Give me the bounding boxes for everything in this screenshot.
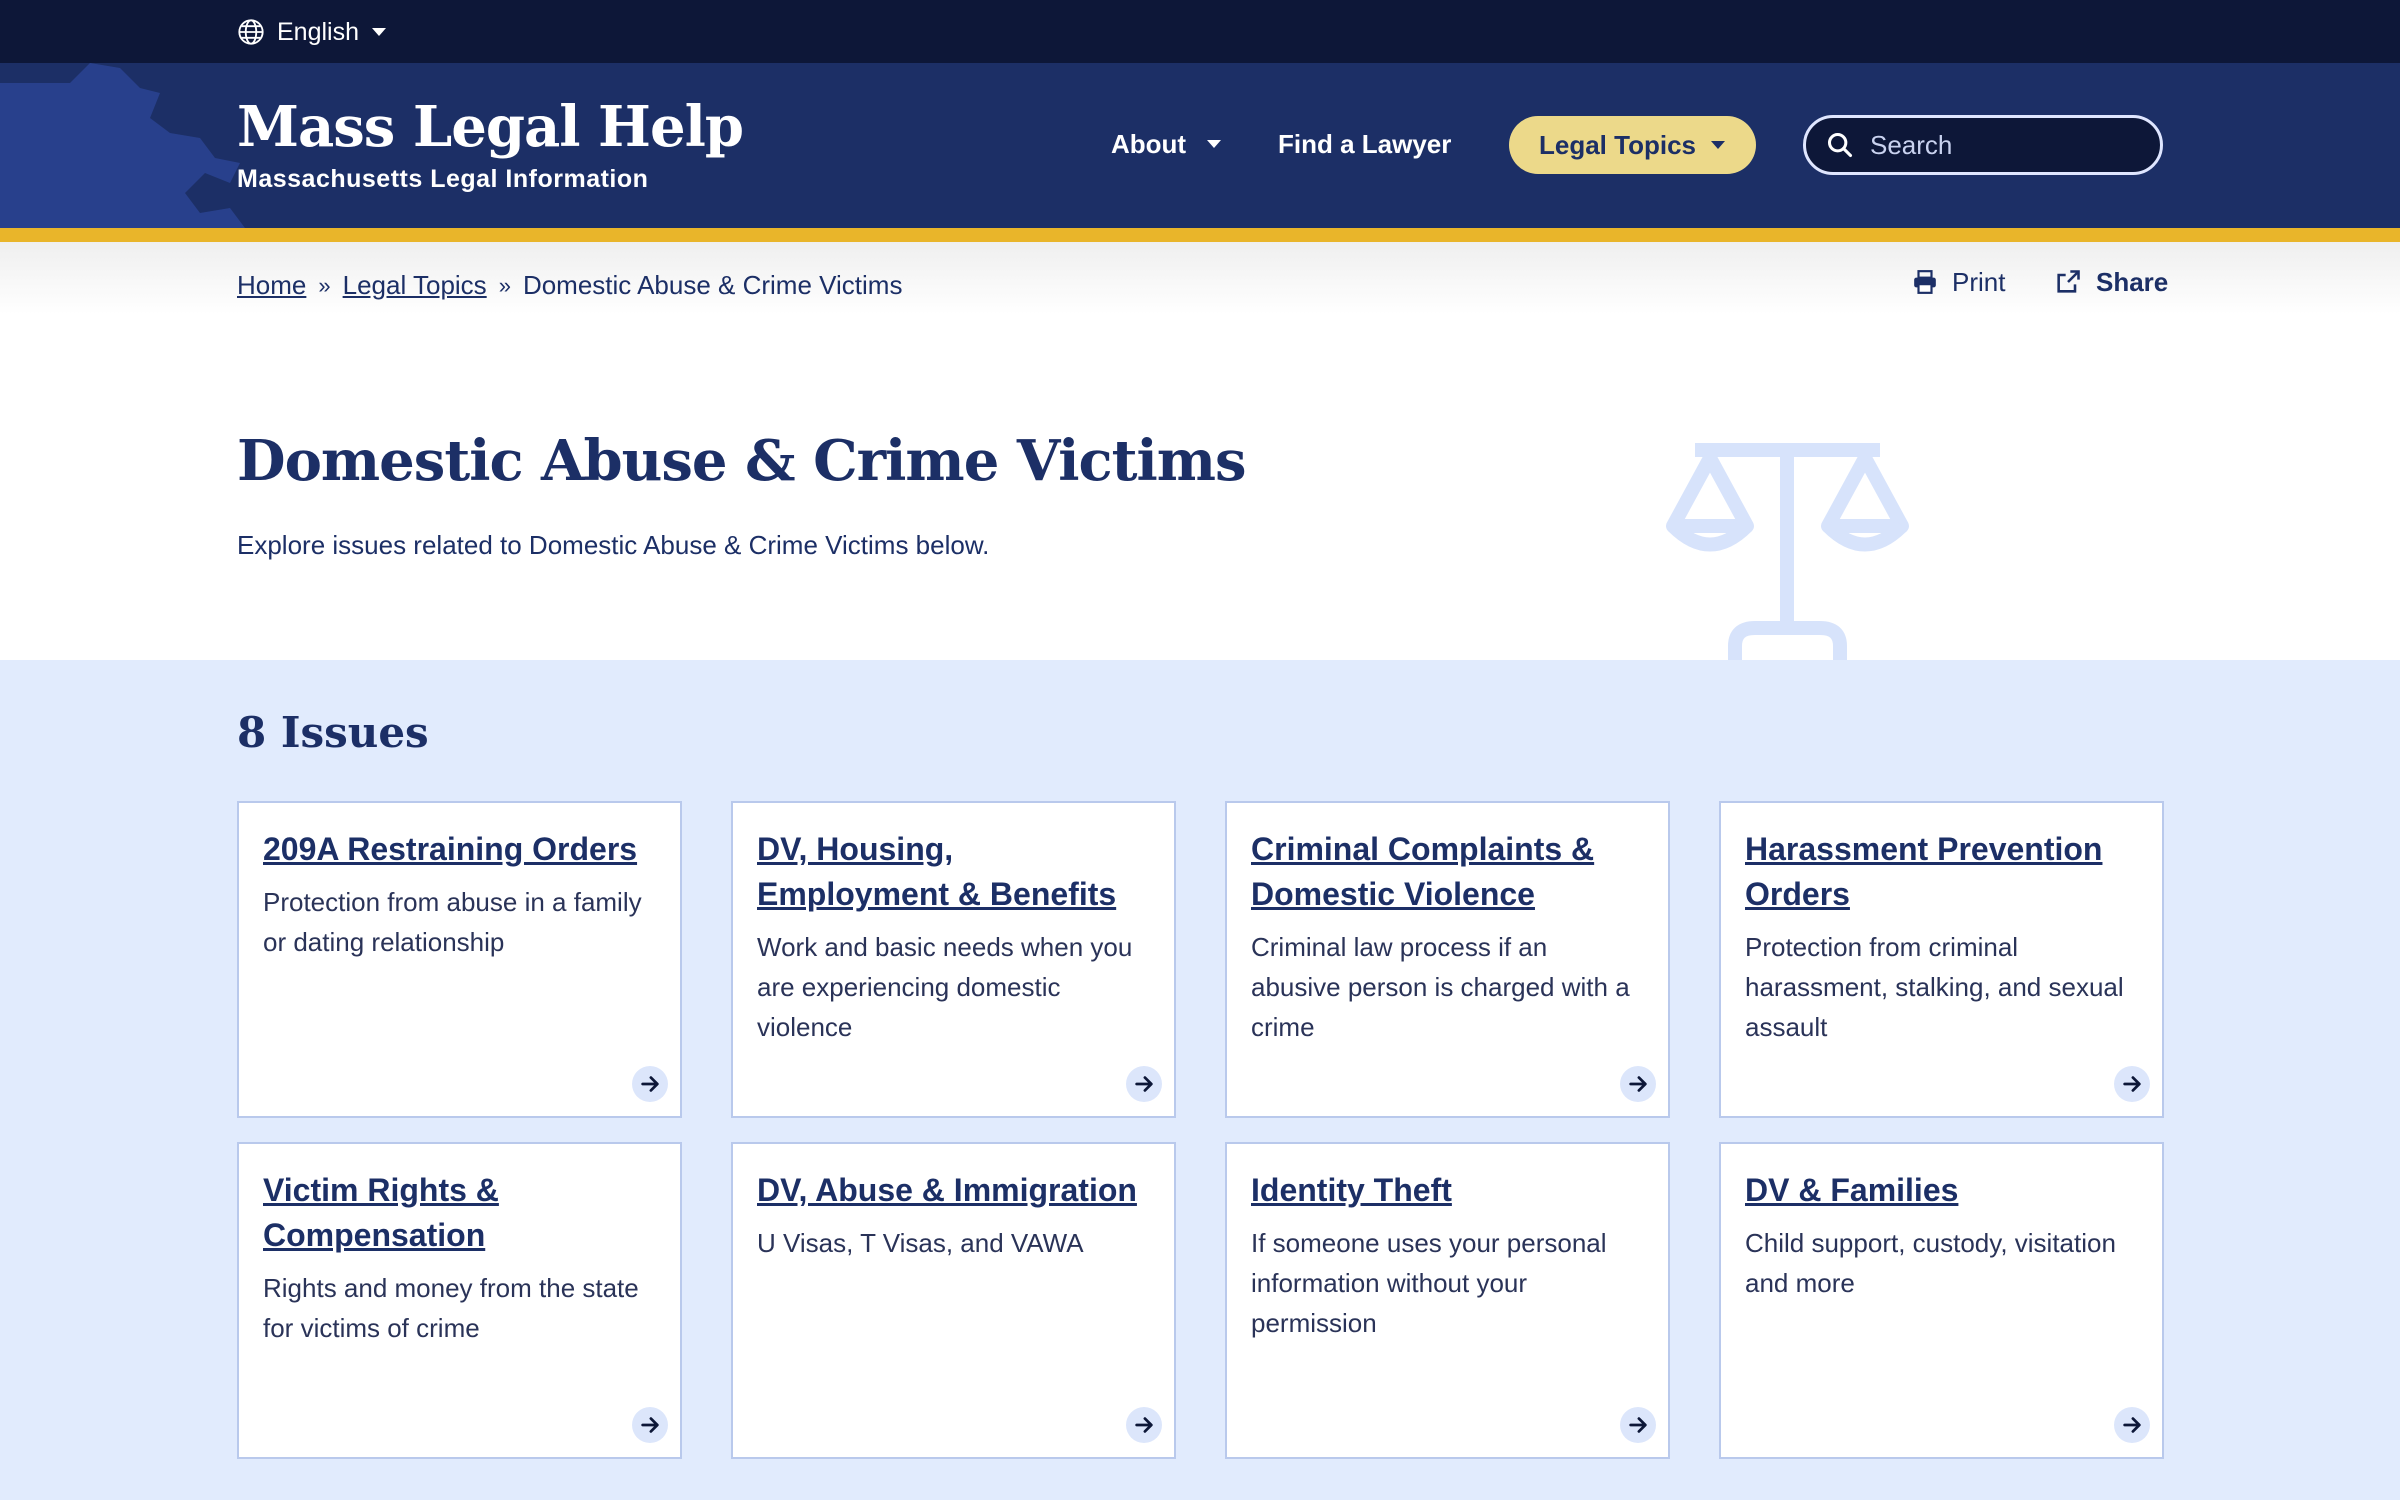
page-title: Domestic Abuse & Crime Victims xyxy=(237,428,1247,494)
issue-card-title-link[interactable]: 209A Restraining Orders xyxy=(263,827,656,872)
issue-card-title-link[interactable]: DV, Housing, Employment & Benefits xyxy=(757,827,1150,917)
issue-card-description: Rights and money from the state for vict… xyxy=(263,1273,639,1343)
issue-card-title-link[interactable]: Harassment Prevention Orders xyxy=(1745,827,2138,917)
nav-legal-topics-label: Legal Topics xyxy=(1539,129,1696,160)
arrow-right-icon[interactable] xyxy=(1126,1066,1162,1102)
print-label: Print xyxy=(1952,266,2006,297)
issue-card-title-link[interactable]: Criminal Complaints & Domestic Violence xyxy=(1251,827,1644,917)
caret-down-icon xyxy=(1207,140,1222,148)
site-logo[interactable]: Mass Legal Help Massachusetts Legal Info… xyxy=(237,94,744,194)
site-subtitle: Massachusetts Legal Information xyxy=(237,165,649,193)
search-box[interactable] xyxy=(1803,115,2163,175)
issue-card-description: Child support, custody, visitation and m… xyxy=(1745,1228,2116,1298)
issue-card-description: Criminal law process if an abusive perso… xyxy=(1251,932,1630,1042)
breadcrumb-separator: » xyxy=(498,272,511,298)
issue-card[interactable]: DV & Families Child support, custody, vi… xyxy=(1719,1142,2164,1459)
nav-about-label: About xyxy=(1111,128,1187,159)
arrow-right-icon[interactable] xyxy=(1620,1407,1656,1443)
issue-card-title-link[interactable]: DV, Abuse & Immigration xyxy=(757,1168,1150,1213)
globe-icon xyxy=(238,19,264,45)
search-input[interactable] xyxy=(1870,129,2130,161)
caret-down-icon xyxy=(1711,141,1725,149)
issues-section: 8 Issues 209A Restraining Orders Protect… xyxy=(0,660,2400,1500)
issue-card[interactable]: 209A Restraining Orders Protection from … xyxy=(237,801,682,1118)
issue-card-description: If someone uses your personal informatio… xyxy=(1251,1228,1607,1338)
language-selector[interactable]: English xyxy=(237,14,387,50)
share-label: Share xyxy=(2096,266,2169,297)
caret-down-icon xyxy=(372,28,386,36)
language-label: English xyxy=(277,17,359,46)
breadcrumb-home-link[interactable]: Home xyxy=(237,270,306,301)
nav-find-a-lawyer[interactable]: Find a Lawyer xyxy=(1278,114,1451,174)
nav-find-a-lawyer-label: Find a Lawyer xyxy=(1278,128,1452,159)
header-accent-rule xyxy=(0,228,2400,242)
search-icon xyxy=(1827,132,1853,158)
issue-card[interactable]: DV, Abuse & Immigration U Visas, T Visas… xyxy=(731,1142,1176,1459)
page-description: Explore issues related to Domestic Abuse… xyxy=(237,530,990,560)
arrow-right-icon[interactable] xyxy=(632,1066,668,1102)
issue-card-title-link[interactable]: DV & Families xyxy=(1745,1168,2138,1213)
arrow-right-icon[interactable] xyxy=(1620,1066,1656,1102)
nav-about[interactable]: About xyxy=(1111,114,1222,174)
print-icon xyxy=(1914,270,1936,294)
issue-card-description: U Visas, T Visas, and VAWA xyxy=(757,1228,1084,1258)
issue-card[interactable]: DV, Housing, Employment & Benefits Work … xyxy=(731,801,1176,1118)
language-bar: English xyxy=(0,0,2400,63)
breadcrumb-separator: » xyxy=(318,272,331,298)
issue-card-description: Protection from abuse in a family or dat… xyxy=(263,887,642,957)
issue-card-title-link[interactable]: Identity Theft xyxy=(1251,1168,1644,1213)
issue-card[interactable]: Identity Theft If someone uses your pers… xyxy=(1225,1142,1670,1459)
arrow-right-icon[interactable] xyxy=(632,1407,668,1443)
share-button[interactable]: Share xyxy=(2054,264,2168,300)
arrow-right-icon[interactable] xyxy=(2114,1407,2150,1443)
issue-card-description: Work and basic needs when you are experi… xyxy=(757,932,1133,1042)
scales-of-justice-icon xyxy=(1666,443,1909,660)
issue-card[interactable]: Victim Rights & Compensation Rights and … xyxy=(237,1142,682,1459)
arrow-right-icon[interactable] xyxy=(2114,1066,2150,1102)
nav-legal-topics-button[interactable]: Legal Topics xyxy=(1509,116,1756,174)
issue-card-title-link[interactable]: Victim Rights & Compensation xyxy=(263,1168,656,1258)
issues-grid: 209A Restraining Orders Protection from … xyxy=(237,801,2164,1459)
site-header: Mass Legal Help Massachusetts Legal Info… xyxy=(0,63,2400,228)
issue-card[interactable]: Criminal Complaints & Domestic Violence … xyxy=(1225,801,1670,1118)
breadcrumb-current: Domestic Abuse & Crime Victims xyxy=(522,270,903,300)
site-title: Mass Legal Help xyxy=(237,94,744,160)
issue-card[interactable]: Harassment Prevention Orders Protection … xyxy=(1719,801,2164,1118)
issue-card-description: Protection from criminal harassment, sta… xyxy=(1745,932,2124,1042)
share-icon xyxy=(2057,270,2080,293)
breadcrumb-legal-topics-link[interactable]: Legal Topics xyxy=(343,270,487,301)
massachusetts-map-icon xyxy=(0,63,245,228)
issues-heading: 8 Issues xyxy=(237,708,429,757)
breadcrumb: Home » Legal Topics » Domestic Abuse & C… xyxy=(237,270,902,301)
print-button[interactable]: Print xyxy=(1912,264,2005,300)
arrow-right-icon[interactable] xyxy=(1126,1407,1162,1443)
